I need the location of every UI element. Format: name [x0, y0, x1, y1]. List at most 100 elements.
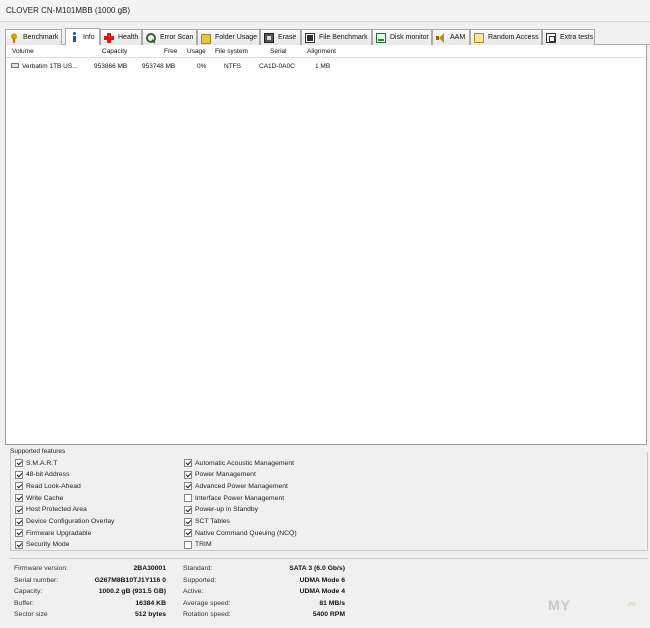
feature-checkbox[interactable] [184, 529, 192, 538]
tab-label: Error Scan [160, 34, 194, 41]
feature-checkbox[interactable] [15, 517, 23, 526]
column-header-usage[interactable]: Usage [187, 48, 206, 55]
feature-checkbox[interactable] [184, 470, 192, 479]
feature-label: Advanced Power Management [195, 482, 288, 490]
detail-value: SATA 3 (6.0 Gb/s) [289, 565, 345, 572]
tab-label: AAM [450, 34, 466, 41]
feature-left-3[interactable]: Write Cache [15, 493, 63, 503]
feature-right-4[interactable]: Power-up in Standby [184, 505, 258, 515]
column-header-alignment[interactable]: Alignment [307, 48, 336, 55]
column-header-serial[interactable]: Serial [270, 48, 287, 55]
detail-label: Serial number: [14, 576, 59, 584]
tab-disk-monitor[interactable]: Disk monitor [372, 29, 432, 45]
feature-label: S.M.A.R.T [26, 459, 58, 467]
feature-left-6[interactable]: Firmware Upgradable [15, 528, 91, 538]
volume-row[interactable]: Verbatim 1TB US... 953866 MB 953748 MB 0… [6, 61, 646, 73]
features-group: S.M.A.R.T 48-bit Address Read Look-Ahead Wr… [10, 452, 648, 551]
feature-label: Power-up in Standby [195, 506, 259, 514]
feature-label: Security Mode [26, 541, 70, 549]
tab-benchmark[interactable]: Benchmark [5, 29, 62, 45]
speaker-icon [436, 32, 446, 43]
feature-left-5[interactable]: Device Configuration Overlay [15, 517, 114, 527]
feature-left-7[interactable]: Security Mode [15, 540, 69, 550]
feature-checkbox[interactable] [184, 517, 192, 526]
feature-right-2[interactable]: Advanced Power Management [184, 481, 288, 491]
detail-value: 1000.2 gB (931.5 GB) [98, 588, 166, 595]
detail-value: 5400 RPM [312, 611, 345, 618]
tab-label: Random Access [488, 34, 539, 41]
feature-left-2[interactable]: Read Look-Ahead [15, 481, 81, 491]
feature-label: Write Cache [26, 494, 64, 502]
drive-icon [11, 63, 19, 68]
tab-label: Extra tests [560, 34, 594, 41]
feature-label: Native Command Queuing (NCQ) [195, 529, 297, 537]
volume-list[interactable]: Volume Capacity Free Usage File system S… [5, 45, 647, 445]
feature-checkbox[interactable] [15, 459, 23, 467]
feature-label: 48-bit Address [26, 471, 70, 479]
column-header-file-system[interactable]: File system [215, 48, 248, 55]
tab-label: Folder Usage [215, 34, 258, 41]
volume-free: 953748 MB [142, 63, 176, 70]
feature-checkbox[interactable] [184, 459, 192, 467]
feature-right-3[interactable]: Interface Power Management [184, 493, 284, 503]
detail-value: 2BA30001 [133, 565, 167, 572]
feature-checkbox[interactable] [15, 470, 23, 479]
feature-right-0[interactable]: Automatic Acoustic Management [184, 458, 294, 468]
feature-label: Interface Power Management [195, 494, 285, 502]
volume-name: Verbatim 1TB US... [22, 63, 78, 70]
feature-right-5[interactable]: SCT Tables [184, 517, 230, 527]
tab-random-access[interactable]: Random Access [470, 29, 542, 45]
feature-label: Automatic Acoustic Management [195, 459, 294, 467]
file-benchmark-icon [305, 32, 315, 43]
tab-strip: Benchmark Info Health Error Scan Folder … [5, 28, 650, 45]
feature-left-1[interactable]: 48-bit Address [15, 470, 69, 480]
feature-right-1[interactable]: Power Management [184, 470, 256, 480]
folder-icon [201, 33, 211, 44]
feature-right-6[interactable]: Native Command Queuing (NCQ) [184, 528, 297, 538]
tab-folder-usage[interactable]: Folder Usage [197, 29, 260, 45]
volume-filesystem: NTFS [224, 63, 241, 70]
volume-capacity: 953866 MB [94, 63, 128, 70]
feature-checkbox[interactable] [184, 505, 192, 514]
erase-icon [264, 32, 274, 43]
health-icon [104, 32, 114, 43]
column-header-volume[interactable]: Volume [12, 48, 34, 55]
detail-value: 16384 KB [135, 599, 166, 607]
disk-monitor-icon [376, 32, 386, 43]
feature-checkbox[interactable] [15, 482, 23, 491]
volume-alignment: 1 MB [315, 63, 331, 70]
column-header-free[interactable]: Free [164, 48, 177, 55]
feature-checkbox[interactable] [15, 529, 23, 538]
detail-label: Buffer: [14, 599, 34, 607]
feature-label: Device Configuration Overlay [26, 518, 115, 525]
tab-error-scan[interactable]: Error Scan [142, 29, 197, 45]
feature-left-0[interactable]: S.M.A.R.T [15, 458, 57, 468]
tab-info[interactable]: Info [65, 28, 100, 45]
error-scan-icon [146, 32, 156, 43]
feature-checkbox[interactable] [184, 494, 192, 503]
detail-label: Standard: [183, 565, 213, 572]
feature-right-7[interactable]: TRIM [184, 540, 212, 550]
feature-checkbox[interactable] [15, 494, 23, 503]
volume-usage: 0% [197, 63, 207, 70]
feature-checkbox[interactable] [184, 540, 192, 549]
watermark: MY [548, 597, 571, 613]
feature-left-4[interactable]: Host Protected Area [15, 505, 87, 515]
tab-extra-tests[interactable]: Extra tests [542, 29, 595, 45]
tab-label: Benchmark [23, 34, 59, 41]
tab-aam[interactable]: AAM [432, 29, 470, 45]
detail-label: Supported: [183, 576, 217, 584]
detail-label: Sector size [14, 611, 48, 618]
tab-label: Health [118, 34, 139, 41]
tab-file-benchmark[interactable]: File Benchmark [301, 29, 372, 45]
feature-checkbox[interactable] [184, 482, 192, 491]
column-header-capacity[interactable]: Capacity [102, 48, 127, 55]
detail-label: Capacity: [14, 588, 43, 595]
tab-label: Erase [278, 34, 297, 41]
feature-label: TRIM [195, 541, 212, 549]
tab-health[interactable]: Health [100, 29, 142, 45]
feature-checkbox[interactable] [15, 505, 23, 514]
extra-tests-icon [546, 32, 556, 43]
feature-checkbox[interactable] [15, 540, 23, 549]
tab-erase[interactable]: Erase [260, 29, 301, 45]
